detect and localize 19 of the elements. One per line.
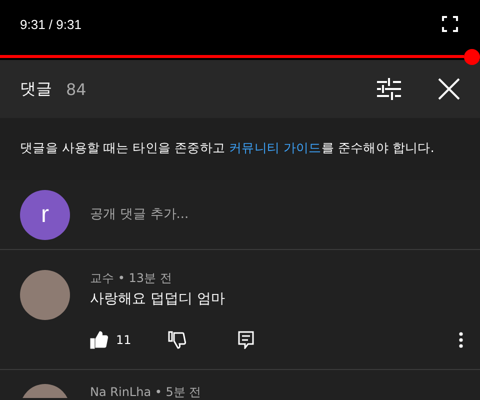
video-time: 9:31 / 9:31 bbox=[20, 17, 82, 32]
comments-title: 댓글 bbox=[20, 78, 52, 100]
scrubber-handle[interactable] bbox=[464, 48, 480, 64]
comment-count: 84 bbox=[66, 80, 88, 98]
comment-text: 사랑해요 덥덥디 엄마 bbox=[90, 290, 226, 308]
comment-input[interactable]: 공개 댓글 추가... bbox=[90, 207, 460, 222]
reply-icon[interactable] bbox=[238, 331, 254, 349]
user-avatar: r bbox=[20, 190, 70, 240]
more-options-icon[interactable] bbox=[458, 331, 464, 349]
comment-author-time: Na RinLha • 5분 전 bbox=[90, 384, 202, 398]
close-icon[interactable] bbox=[438, 78, 460, 100]
like-icon[interactable] bbox=[90, 331, 108, 349]
like-count: 11 bbox=[116, 333, 132, 347]
dislike-icon[interactable] bbox=[168, 331, 186, 349]
community-guidelines-notice: 댓글을 사용할 때는 타인을 존중하고 커뮤니티 가이드를 준수해야 합니다. bbox=[20, 140, 436, 157]
comment-author-time: 교수 • 13분 전 bbox=[90, 270, 173, 286]
fullscreen-icon[interactable] bbox=[442, 16, 458, 32]
avatar-photo-placeholder bbox=[20, 270, 70, 320]
sort-icon[interactable] bbox=[376, 78, 402, 100]
